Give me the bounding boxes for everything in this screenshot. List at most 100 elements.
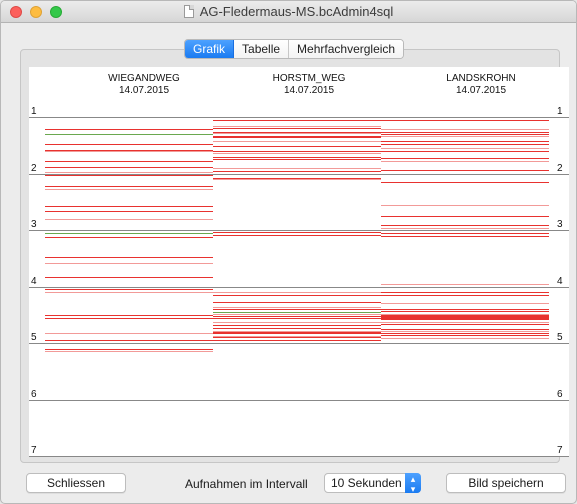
recording-mark bbox=[213, 171, 381, 172]
recording-mark bbox=[381, 228, 549, 229]
recording-mark bbox=[213, 137, 381, 138]
axis-tick-label: 2 bbox=[31, 163, 37, 174]
recording-mark bbox=[45, 186, 213, 187]
axis-gridline bbox=[29, 456, 569, 457]
station-name: WIEGANDWEG bbox=[108, 73, 180, 84]
station-date: 14.07.2015 bbox=[455, 85, 507, 96]
recording-mark bbox=[381, 144, 549, 145]
recording-mark bbox=[213, 120, 381, 121]
station-header: LANDSKROHN 14.07.2015 bbox=[397, 73, 565, 97]
axis-tick-label: 4 bbox=[557, 276, 563, 287]
save-image-button[interactable]: Bild speichern bbox=[446, 473, 566, 493]
recording-mark bbox=[381, 182, 549, 183]
recording-mark bbox=[381, 324, 549, 325]
recording-mark bbox=[381, 129, 549, 130]
axis-gridline bbox=[29, 230, 569, 231]
axis-gridline bbox=[29, 400, 569, 401]
recording-mark bbox=[381, 216, 549, 217]
recording-mark bbox=[213, 302, 381, 303]
station-header: HORSTM_WEG 14.07.2015 bbox=[225, 73, 393, 97]
axis-tick-label: 3 bbox=[557, 219, 563, 230]
title-bar: AG-Fledermaus-MS.bcAdmin4sql bbox=[1, 1, 576, 23]
recording-mark bbox=[381, 331, 549, 332]
recording-mark bbox=[213, 235, 381, 236]
recording-mark bbox=[213, 168, 381, 169]
axis-tick-label: 5 bbox=[557, 332, 563, 343]
recording-mark bbox=[213, 318, 381, 319]
axis-gridline bbox=[29, 343, 569, 344]
recording-mark bbox=[45, 172, 213, 173]
recording-mark bbox=[213, 141, 381, 142]
recording-mark bbox=[45, 211, 213, 212]
recording-mark bbox=[213, 146, 381, 147]
station-date: 14.07.2015 bbox=[118, 85, 170, 96]
axis-tick-label: 6 bbox=[31, 389, 37, 400]
recording-mark bbox=[381, 134, 549, 135]
recording-mark bbox=[45, 315, 213, 316]
interval-label: Aufnahmen im Intervall bbox=[185, 477, 308, 491]
recording-mark bbox=[213, 309, 381, 310]
recording-mark bbox=[213, 153, 381, 154]
recording-mark bbox=[381, 303, 549, 304]
recording-mark bbox=[213, 322, 381, 323]
recording-mark bbox=[381, 170, 549, 171]
recording-mark bbox=[45, 257, 213, 258]
app-window: AG-Fledermaus-MS.bcAdmin4sql Grafik Tabe… bbox=[0, 0, 577, 504]
recording-mark bbox=[213, 337, 381, 338]
recording-mark bbox=[381, 292, 549, 293]
close-button[interactable]: Schliessen bbox=[26, 473, 126, 493]
recording-mark bbox=[45, 167, 213, 168]
interval-select-value: 10 Sekunden bbox=[331, 476, 402, 490]
station-header: WIEGANDWEG 14.07.2015 bbox=[60, 73, 228, 97]
highlight-mark bbox=[45, 134, 213, 135]
recording-mark bbox=[213, 232, 381, 233]
axis-tick-label: 1 bbox=[557, 106, 563, 117]
recording-mark bbox=[45, 349, 213, 350]
tab-tabelle[interactable]: Tabelle bbox=[234, 40, 290, 58]
recording-mark bbox=[213, 295, 381, 296]
recording-mark bbox=[45, 318, 213, 319]
recording-mark bbox=[381, 225, 549, 226]
recording-mark bbox=[381, 141, 549, 142]
interval-select[interactable]: 10 Sekunden ▴ ▾ bbox=[324, 473, 421, 494]
recording-mark bbox=[213, 157, 381, 158]
recording-mark bbox=[45, 263, 213, 264]
axis-tick-label: 3 bbox=[31, 219, 37, 230]
recording-mark bbox=[45, 333, 213, 334]
recording-mark bbox=[381, 338, 549, 339]
recording-mark bbox=[381, 233, 549, 234]
recording-chart: WIEGANDWEG 14.07.2015 HORSTM_WEG 14.07.2… bbox=[29, 67, 569, 457]
recording-mark bbox=[381, 205, 549, 206]
recording-mark bbox=[381, 284, 549, 285]
recording-mark bbox=[213, 151, 381, 152]
recording-mark bbox=[381, 132, 549, 133]
recording-mark bbox=[381, 151, 549, 152]
recording-mark bbox=[45, 129, 213, 130]
axis-gridline bbox=[29, 287, 569, 288]
recording-mark bbox=[381, 120, 549, 121]
recording-mark bbox=[213, 328, 381, 329]
recording-mark bbox=[381, 148, 549, 149]
axis-gridline bbox=[29, 117, 569, 118]
highlight-mark bbox=[213, 312, 381, 313]
recording-mark bbox=[213, 159, 381, 160]
axis-tick-label: 7 bbox=[557, 445, 563, 456]
recording-mark bbox=[213, 292, 381, 293]
recording-mark bbox=[45, 144, 213, 145]
recording-mark bbox=[213, 128, 381, 129]
tab-grafik[interactable]: Grafik bbox=[185, 40, 235, 58]
recording-mark bbox=[213, 126, 381, 127]
recording-mark bbox=[381, 295, 549, 296]
axis-tick-label: 5 bbox=[31, 332, 37, 343]
recording-mark bbox=[213, 314, 381, 315]
recording-mark bbox=[213, 307, 381, 308]
station-name: LANDSKROHN bbox=[446, 73, 516, 84]
recording-mark bbox=[381, 311, 549, 312]
recording-mark bbox=[381, 335, 549, 336]
recording-mark bbox=[381, 333, 549, 334]
document-icon bbox=[183, 5, 194, 18]
tab-mehrfachvergleich[interactable]: Mehrfachvergleich bbox=[289, 40, 404, 58]
recording-mark bbox=[45, 219, 213, 220]
station-date: 14.07.2015 bbox=[283, 85, 335, 96]
axis-tick-label: 1 bbox=[31, 106, 37, 117]
